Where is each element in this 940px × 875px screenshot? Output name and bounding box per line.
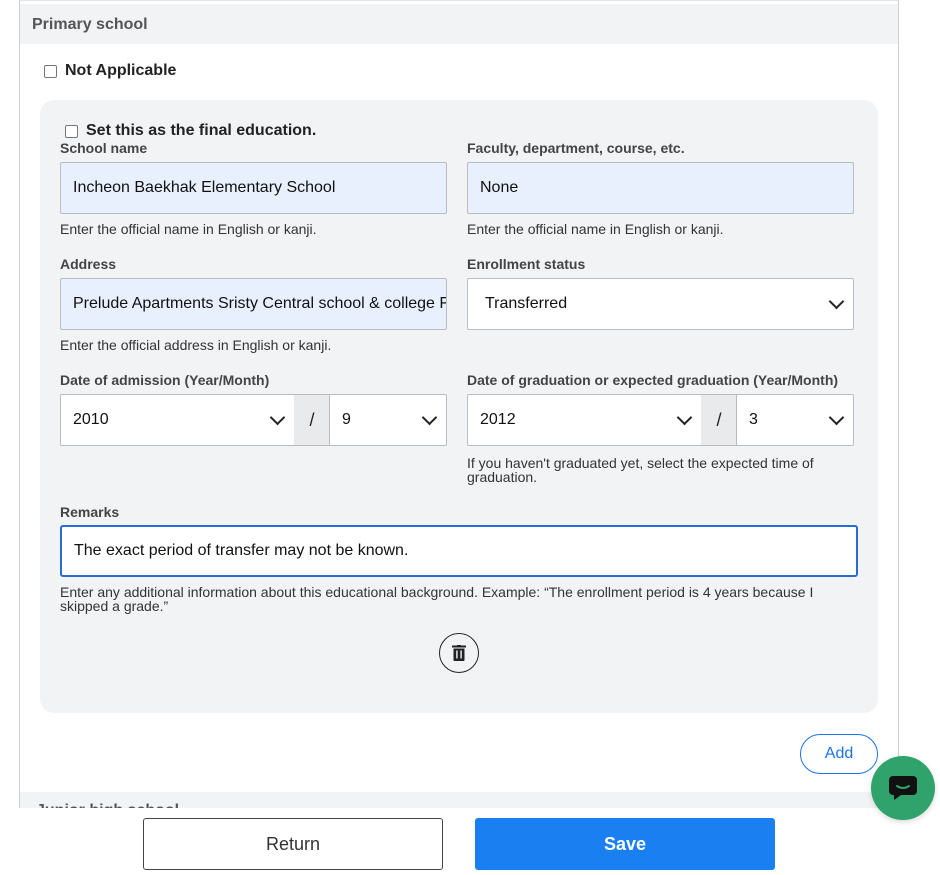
admission-year-value: 2010 — [73, 411, 109, 428]
chevron-down-icon — [676, 409, 693, 426]
address-help: Enter the official address in English or… — [60, 337, 332, 353]
education-panel: Primary school Not Applicable Set this a… — [19, 0, 899, 812]
add-education-button[interactable]: Add — [800, 734, 878, 774]
footer-bar: Return Save — [0, 808, 940, 875]
chat-bubble-icon — [889, 776, 917, 800]
remarks-label: Remarks — [60, 504, 120, 520]
school-name-label: School name — [60, 140, 148, 156]
section-header: Primary school — [20, 4, 898, 44]
not-applicable-label: Not Applicable — [65, 62, 177, 79]
address-label: Address — [60, 256, 117, 272]
faculty-input[interactable]: None — [467, 162, 854, 214]
graduation-month-select[interactable]: 3 — [736, 394, 854, 446]
final-education-label: Set this as the final education. — [86, 122, 317, 139]
admission-month-select[interactable]: 9 — [329, 394, 447, 446]
chevron-down-icon — [828, 409, 845, 426]
chevron-down-icon — [828, 293, 845, 310]
remarks-input[interactable]: The exact period of transfer may not be … — [60, 525, 858, 577]
final-education-checkbox[interactable] — [65, 124, 78, 138]
enrollment-status-label: Enrollment status — [467, 256, 586, 272]
trash-icon — [452, 645, 466, 661]
graduation-help: If you haven't graduated yet, select the… — [467, 455, 814, 485]
education-entry-card: Set this as the final education. School … — [40, 100, 878, 713]
chat-button[interactable] — [871, 756, 935, 820]
graduation-label: Date of graduation or expected graduatio… — [467, 372, 839, 388]
remarks-help: Enter any additional information about t… — [60, 584, 814, 614]
faculty-label: Faculty, department, course, etc. — [467, 140, 685, 156]
graduation-year-value: 2012 — [480, 411, 516, 428]
chevron-down-icon — [421, 409, 438, 426]
not-applicable-checkbox[interactable] — [44, 64, 57, 78]
chevron-down-icon — [269, 409, 286, 426]
school-name-help: Enter the official name in English or ka… — [60, 221, 317, 237]
section-title: Primary school — [32, 16, 148, 33]
enrollment-status-value: Transferred — [485, 295, 568, 312]
admission-year-select[interactable]: 2010 — [60, 394, 295, 446]
return-button[interactable]: Return — [143, 818, 443, 870]
final-education-row[interactable]: Set this as the final education. — [65, 122, 316, 140]
save-button[interactable]: Save — [475, 818, 775, 870]
faculty-help: Enter the official name in English or ka… — [467, 221, 724, 237]
admission-label: Date of admission (Year/Month) — [60, 372, 270, 388]
date-separator: / — [701, 394, 737, 446]
address-input[interactable]: Prelude Apartments Sristy Central school… — [60, 278, 447, 330]
not-applicable-row[interactable]: Not Applicable — [44, 62, 176, 80]
graduation-month-value: 3 — [749, 411, 758, 428]
school-name-input[interactable]: Incheon Baekhak Elementary School — [60, 162, 447, 214]
admission-month-value: 9 — [342, 411, 351, 428]
graduation-year-select[interactable]: 2012 — [467, 394, 702, 446]
delete-entry-button[interactable] — [439, 633, 479, 673]
enrollment-status-select[interactable]: Transferred — [467, 278, 854, 330]
date-separator: / — [294, 394, 330, 446]
